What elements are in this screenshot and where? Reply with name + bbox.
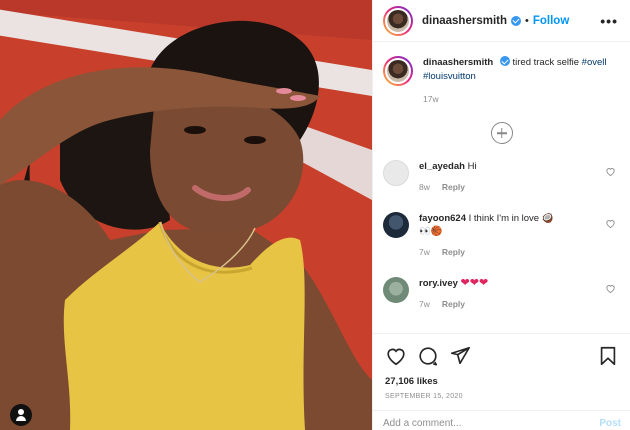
comment-text: Hi xyxy=(467,161,477,172)
verified-badge-icon xyxy=(499,56,510,66)
like-heart-icon[interactable] xyxy=(385,345,407,367)
comment-time: 7w xyxy=(419,247,430,257)
share-paper-plane-icon[interactable] xyxy=(449,345,471,367)
post-header: dinaashersmith • Follow ••• xyxy=(373,0,630,42)
author-username[interactable]: dinaashersmith xyxy=(422,15,507,27)
caption-avatar[interactable] xyxy=(383,56,413,86)
follow-button[interactable]: Follow xyxy=(533,15,569,27)
save-bookmark-icon[interactable] xyxy=(597,345,619,367)
reply-button[interactable]: Reply xyxy=(442,182,465,192)
reply-button[interactable]: Reply xyxy=(442,247,465,257)
commenter-username[interactable]: el_ayedah xyxy=(419,161,465,172)
commenter-avatar[interactable] xyxy=(383,160,409,186)
commenter-avatar[interactable] xyxy=(383,277,409,303)
comment-item: el_ayedah Hi 8w Reply xyxy=(383,160,620,194)
post-photo[interactable] xyxy=(0,0,372,430)
post-actions: 27,106 likes SEPTEMBER 15, 2020 xyxy=(373,333,630,400)
user-tag-icon[interactable] xyxy=(10,404,32,426)
like-comment-heart-icon[interactable] xyxy=(605,166,616,177)
comment-item: fayoon624 I think I'm in love 🥥 👀🏀 7w Rep… xyxy=(383,212,620,259)
comment-time: 8w xyxy=(419,182,430,192)
comment-bubble-icon[interactable] xyxy=(417,345,439,367)
post-side-panel: dinaashersmith • Follow ••• dinaashersmi… xyxy=(372,0,630,430)
comments-section[interactable]: dinaashersmith tired track selfie #ovell… xyxy=(373,42,630,332)
comment-time: 7w xyxy=(419,299,430,309)
reply-button[interactable]: Reply xyxy=(442,299,465,309)
comment-text: ❤❤❤ xyxy=(460,277,489,289)
header-separator: • xyxy=(525,14,529,27)
post-comment-button[interactable]: Post xyxy=(599,412,621,429)
post-caption: dinaashersmith tired track selfie #ovell… xyxy=(383,42,620,106)
comment-text: I think I'm in love 🥥 xyxy=(468,213,554,224)
likes-count[interactable]: 27,106 likes xyxy=(385,376,619,387)
comment-item: rory.ivey ❤❤❤ 7w Reply xyxy=(383,277,620,311)
more-options-icon[interactable]: ••• xyxy=(600,13,618,29)
caption-time: 17w xyxy=(423,94,439,104)
commenter-username[interactable]: rory.ivey xyxy=(419,278,458,289)
post-date: SEPTEMBER 15, 2020 xyxy=(385,393,463,400)
add-comment-input[interactable] xyxy=(383,412,573,429)
caption-username[interactable]: dinaashersmith xyxy=(423,57,493,68)
commenter-username[interactable]: fayoon624 xyxy=(419,213,466,224)
load-more-comments-icon[interactable] xyxy=(490,122,513,144)
comment-emoji-line: 👀🏀 xyxy=(419,226,443,237)
like-comment-heart-icon[interactable] xyxy=(605,218,616,229)
caption-text: tired track selfie xyxy=(512,57,580,68)
commenter-avatar[interactable] xyxy=(383,212,409,238)
author-avatar[interactable] xyxy=(383,5,413,36)
add-comment-bar: Post xyxy=(373,410,630,430)
like-comment-heart-icon[interactable] xyxy=(605,283,616,294)
photo-illustration xyxy=(0,0,372,430)
verified-badge-icon xyxy=(511,15,521,26)
